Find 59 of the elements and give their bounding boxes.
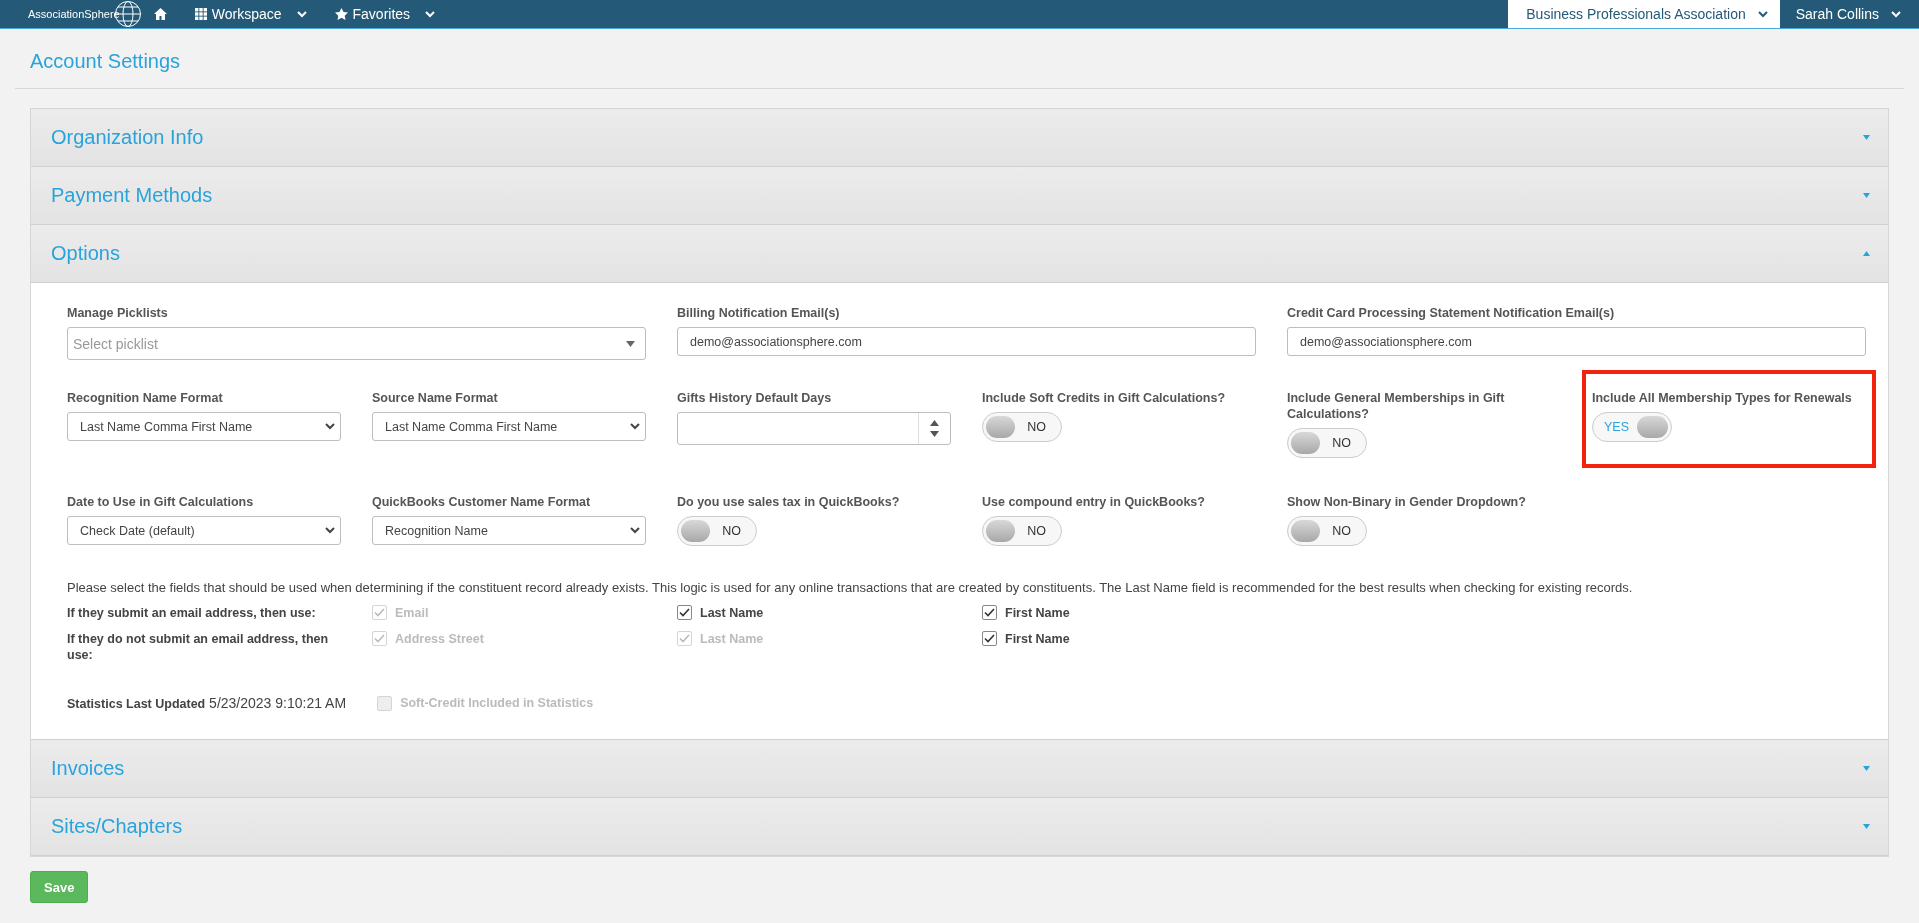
field-label: Include General Memberships in Gift Calculations?: [1287, 390, 1506, 422]
field-label: Billing Notification Email(s): [677, 305, 841, 321]
statistics-text: Statistics Last Updated 5/23/2023 9:10:21 AM: [67, 695, 347, 711]
field-label: Date to Use in Gift Calculations: [67, 494, 255, 510]
select-dropdown[interactable]: Recognition Name: [372, 516, 646, 545]
field-label: Include Soft Credits in Gift Calculations?: [982, 390, 1227, 406]
number-field[interactable]: [677, 412, 951, 445]
star-icon: [334, 8, 348, 20]
checkbox[interactable]: [982, 605, 997, 620]
field-label: Show Non-Binary in Gender Dropdown?: [1287, 494, 1527, 510]
chevron-down-icon: [630, 527, 640, 534]
field-label: Include All Membership Types for Renewals: [1592, 390, 1853, 406]
field-label: Recognition Name Format: [67, 390, 224, 406]
select-dropdown[interactable]: Check Date (default): [67, 516, 341, 545]
select-dropdown[interactable]: Last Name Comma First Name: [372, 412, 646, 441]
field-label: Credit Card Processing Statement Notification Email(s): [1287, 305, 1616, 321]
chevron-down-icon: [425, 10, 436, 18]
toggle-switch[interactable]: NO: [982, 516, 1062, 546]
field-label: Gifts History Default Days: [677, 390, 833, 406]
page-title: Account Settings: [15, 29, 1904, 89]
checkbox-option[interactable]: Last Name: [677, 605, 951, 620]
select-dropdown[interactable]: Last Name Comma First Name: [67, 412, 341, 441]
expand-caret-icon: [1863, 766, 1870, 771]
grid-icon: [194, 8, 207, 20]
instruction-text: Please select the fields that should be used when determining if the constituent record already exists. This logic is used for any online transactions that are created by constituents. The Last Name field is recommended for the best results when checking for existing records.: [67, 580, 1634, 595]
row-label: If they do not submit an email address, then use:: [67, 631, 330, 663]
chevron-down-icon: [1757, 10, 1768, 18]
expand-caret-icon: [1863, 135, 1870, 140]
checkbox[interactable]: [677, 605, 692, 620]
chevron-down-icon: [630, 423, 640, 430]
logo[interactable]: AssociationSphere: [0, 0, 140, 28]
chevron-down-icon: [1891, 10, 1901, 18]
organization-menu[interactable]: Business Professionals Association: [1508, 0, 1780, 28]
chevron-down-icon: [325, 423, 335, 430]
nav-menu[interactable]: Favorites: [320, 0, 450, 28]
input-field[interactable]: demo@associationsphere.com: [1287, 327, 1866, 356]
checkbox[interactable]: [982, 631, 997, 646]
checkbox-option[interactable]: First Name: [982, 605, 1256, 620]
collapse-caret-icon: [1863, 251, 1870, 256]
user-menu[interactable]: Sarah Collins: [1779, 0, 1919, 28]
chevron-down-icon: [325, 527, 335, 534]
expand-caret-icon: [1863, 193, 1870, 198]
expand-caret-icon: [1863, 824, 1870, 829]
field-label: Source Name Format: [372, 390, 499, 406]
toggle-switch[interactable]: NO: [1287, 428, 1367, 458]
row-label: If they submit an email address, then use:: [67, 605, 317, 621]
nav-menu[interactable]: Workspace: [180, 0, 321, 28]
toggle-switch[interactable]: NO: [982, 412, 1062, 442]
chevron-down-icon: [296, 10, 307, 18]
field-label: Manage Picklists: [67, 305, 169, 321]
field-label: Use compound entry in QuickBooks?: [982, 494, 1206, 510]
caret-icon: [626, 340, 635, 347]
field-label: QuickBooks Customer Name Format: [372, 494, 592, 510]
toggle-switch[interactable]: NO: [677, 516, 757, 546]
home-icon: [153, 8, 167, 20]
checkbox-option[interactable]: First Name: [982, 631, 1256, 646]
toggle-switch[interactable]: NO: [1287, 516, 1367, 546]
field-label: Do you use sales tax in QuickBooks?: [677, 494, 901, 510]
input-field[interactable]: demo@associationsphere.com: [677, 327, 1256, 356]
